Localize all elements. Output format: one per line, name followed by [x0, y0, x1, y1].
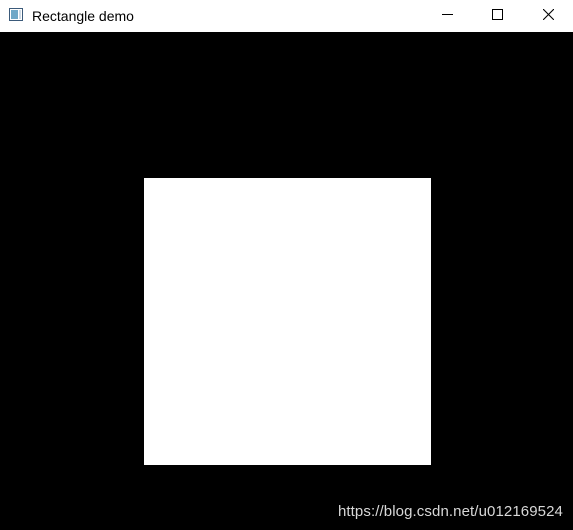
application-window: Rectangle demo https://blog.csdn.net/u01…: [0, 0, 573, 530]
close-icon: [542, 7, 554, 25]
minimize-button[interactable]: [424, 0, 470, 32]
app-icon[interactable]: [9, 8, 23, 21]
watermark-text: https://blog.csdn.net/u012169524: [337, 503, 563, 520]
window-title: Rectangle demo: [32, 8, 134, 24]
white-rectangle: [144, 178, 431, 465]
drawing-canvas[interactable]: https://blog.csdn.net/u012169524: [0, 32, 573, 530]
minimize-icon: [441, 7, 453, 25]
maximize-button[interactable]: [474, 0, 520, 32]
close-button[interactable]: [525, 0, 571, 32]
maximize-icon: [491, 7, 503, 25]
title-bar[interactable]: Rectangle demo: [0, 0, 573, 32]
